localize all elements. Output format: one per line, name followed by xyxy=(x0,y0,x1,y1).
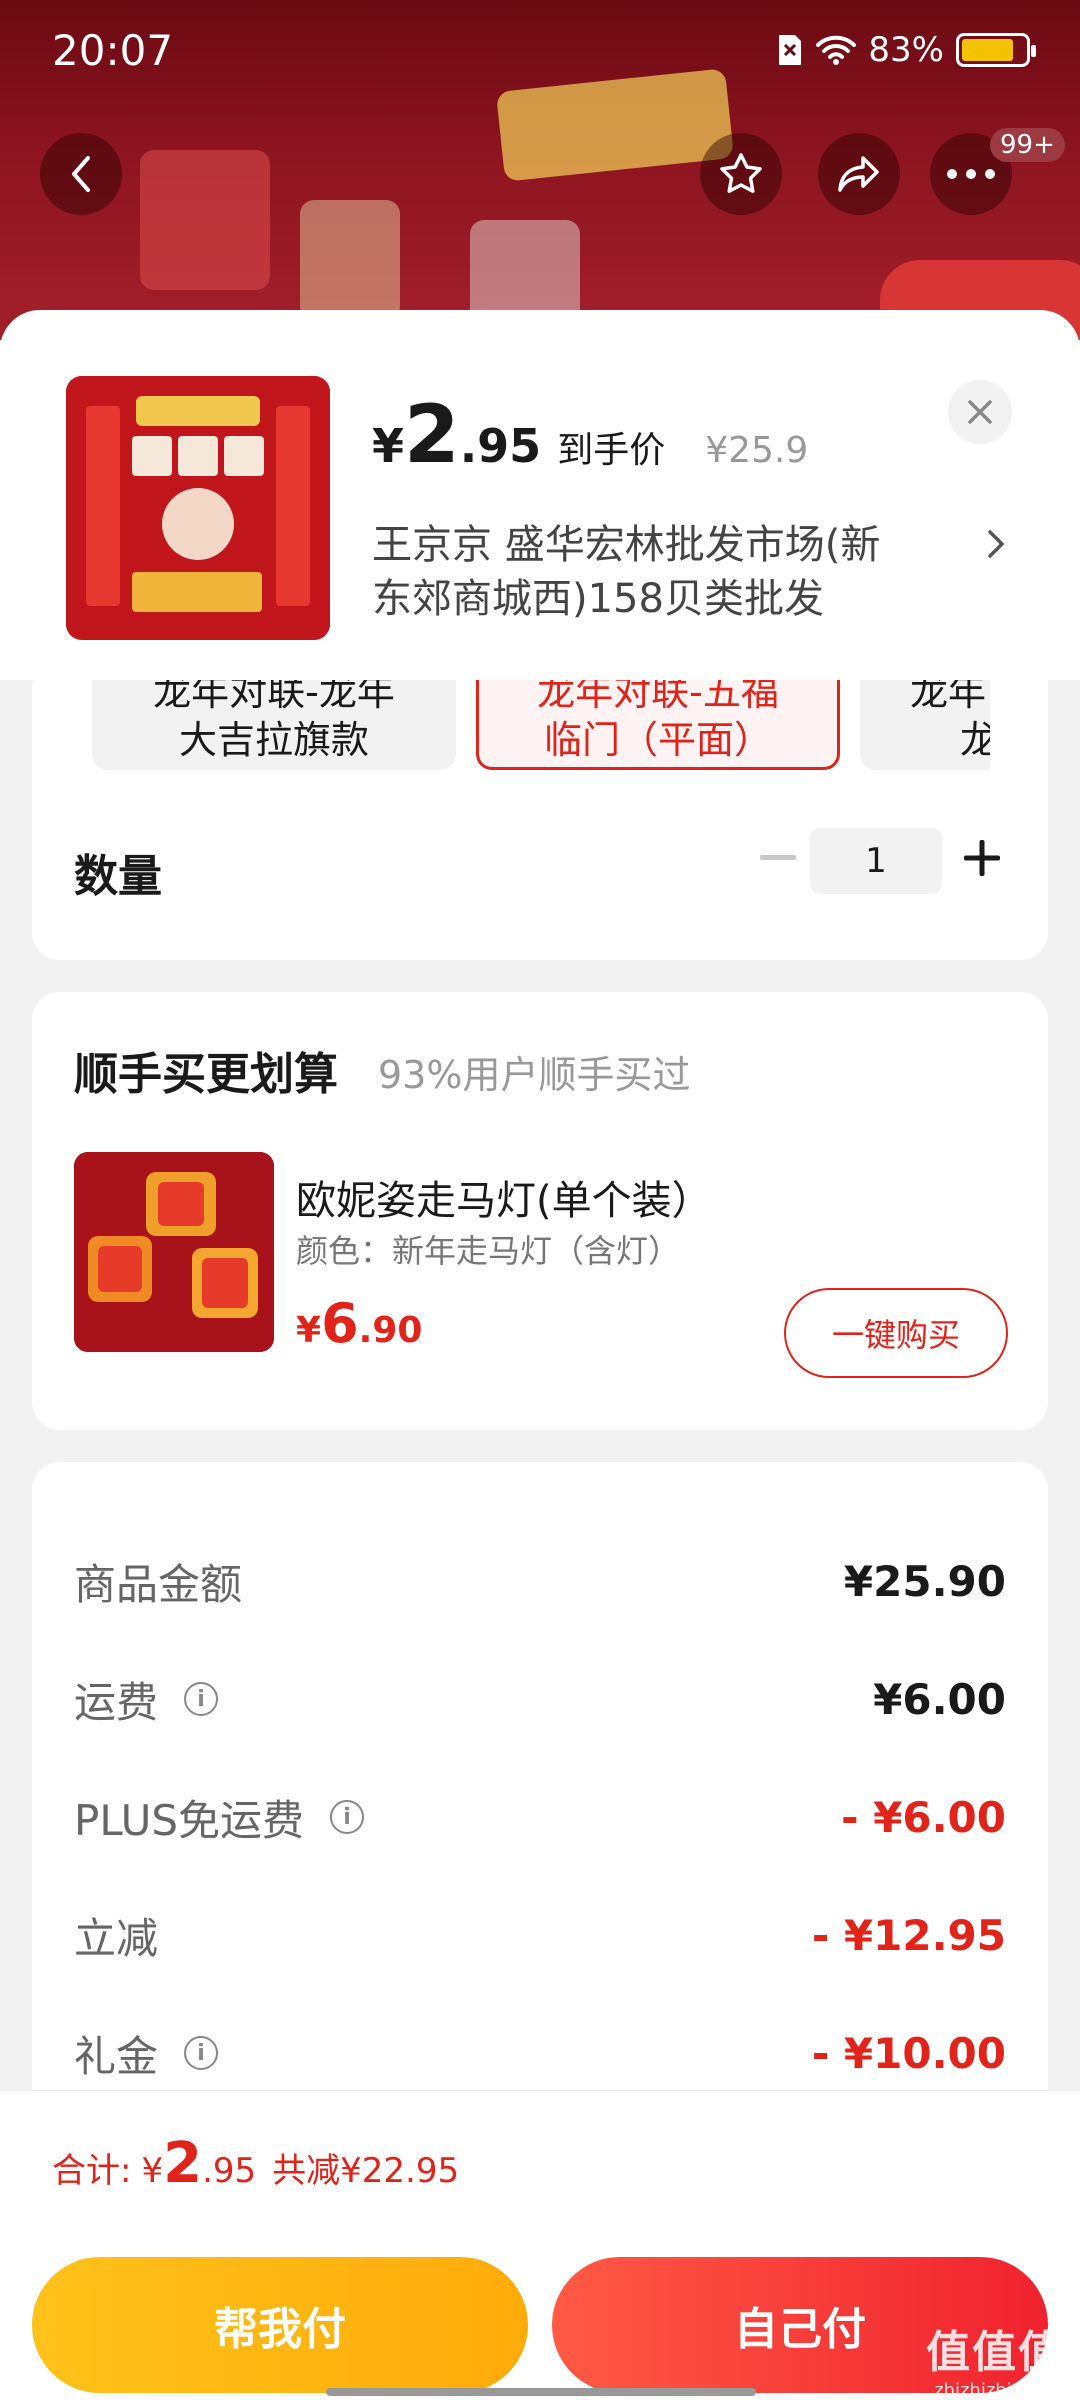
fee-value: - ¥6.00 xyxy=(841,1792,1006,1842)
decrease-button[interactable] xyxy=(748,828,808,888)
battery-percent: 83% xyxy=(868,30,944,70)
price-symbol: ¥ xyxy=(372,419,405,473)
price-label: 到手价 xyxy=(557,430,666,471)
lantern-image xyxy=(74,1152,274,1352)
favorite-button[interactable] xyxy=(700,133,782,215)
addon-title: 顺手买更划算 xyxy=(74,1049,338,1100)
addon-subtitle: 93%用户顺手买过 xyxy=(378,1053,691,1097)
fee-label: 运费 xyxy=(74,1677,159,1727)
share-icon xyxy=(838,156,879,192)
watermark-logo: 值值值 xyxy=(926,2327,1064,2378)
shop-line1: 王京京 盛华宏林批发市场(新 xyxy=(372,522,881,568)
fee-value: ¥6.00 xyxy=(873,1674,1006,1724)
addon-card: 顺手买更划算 93%用户顺手买过 欧妮姿走马灯(单个装） 颜色：新年走马灯（含灯… xyxy=(32,992,1048,1430)
price-integer: 2 xyxy=(404,388,460,481)
total-decimal: .95 xyxy=(202,2151,257,2191)
fee-value: - ¥12.95 xyxy=(811,1910,1006,1960)
quantity-label: 数量 xyxy=(74,851,162,902)
info-icon[interactable]: i xyxy=(184,2036,219,2070)
sim-icon xyxy=(779,35,802,65)
more-dots-icon xyxy=(947,169,995,179)
total-label: 合计: xyxy=(52,2151,132,2191)
chevron-right-icon xyxy=(988,530,1005,558)
addon-thumbnail[interactable] xyxy=(74,1152,274,1352)
product-image xyxy=(66,376,330,640)
fee-label: 礼金 xyxy=(74,2031,159,2081)
product-thumbnail[interactable] xyxy=(66,376,330,640)
fee-value: ¥25.90 xyxy=(843,1556,1006,1606)
share-button[interactable] xyxy=(818,133,900,215)
product-price: ¥ 2 .95 到手价 ¥25.9 xyxy=(372,388,808,481)
addon-price-symbol: ¥ xyxy=(296,1310,322,1351)
status-bar: 20:07 83% xyxy=(0,0,1080,100)
shop-info[interactable]: 王京京 盛华宏林批发市场(新 东郊商城西)158贝类批发 xyxy=(372,518,972,626)
spec-option-line2: 临门（平面） xyxy=(543,718,772,762)
fee-label: PLUS免运费 xyxy=(74,1795,305,1845)
battery-icon xyxy=(956,33,1036,67)
total-symbol: ¥ xyxy=(141,2151,164,2191)
chevron-left-icon xyxy=(72,156,90,192)
purchase-sheet: ¥ 2 .95 到手价 ¥25.9 王京京 盛华宏林批发市场(新 东郊商城西)1… xyxy=(0,310,1080,2400)
banner-decoration xyxy=(140,150,270,290)
status-time: 20:07 xyxy=(52,26,174,75)
original-price: ¥25.9 xyxy=(705,430,809,471)
status-right: 83% xyxy=(776,30,1036,70)
message-badge: 99+ xyxy=(990,128,1065,162)
addon-price: ¥ 6 .90 xyxy=(296,1292,422,1355)
price-decimal: .95 xyxy=(459,419,542,473)
close-button[interactable] xyxy=(948,380,1012,444)
quantity-input[interactable]: 1 xyxy=(810,828,942,894)
addon-name: 欧妮姿走马灯(单个装） xyxy=(296,1178,712,1224)
fee-row-instant-discount: 立减 - ¥12.95 xyxy=(74,1900,1006,1970)
addon-price-integer: 6 xyxy=(321,1292,359,1355)
order-total: 合计: ¥ 2 .95 共减¥22.95 xyxy=(52,2131,459,2196)
addon-attribute: 颜色：新年走马灯（含灯） xyxy=(296,1232,681,1270)
addon-price-decimal: .90 xyxy=(358,1310,423,1351)
total-integer: 2 xyxy=(163,2131,203,2196)
sheet-header: ¥ 2 .95 到手价 ¥25.9 王京京 盛华宏林批发市场(新 东郊商城西)1… xyxy=(0,310,1080,680)
fee-row-subtotal: 商品金额 ¥25.90 xyxy=(74,1546,1006,1616)
star-icon xyxy=(720,153,762,193)
increase-button[interactable] xyxy=(952,828,1012,888)
one-click-buy-button[interactable]: 一键购买 xyxy=(784,1288,1008,1378)
wifi-icon xyxy=(816,35,857,65)
watermark: 值值值 zhizhizhi.com xyxy=(926,2316,1064,2400)
checkout-bar: 合计: ¥ 2 .95 共减¥22.95 帮我付 自己付 xyxy=(0,2090,1080,2400)
fee-value: - ¥10.00 xyxy=(811,2028,1006,2078)
fee-label: 立减 xyxy=(74,1913,159,1963)
fee-breakdown-card: 商品金额 ¥25.90 运费 i ¥6.00 PLUS免运费 i - ¥6.00 立… xyxy=(32,1462,1048,2162)
info-icon[interactable]: i xyxy=(330,1800,365,1834)
back-button[interactable] xyxy=(40,133,122,215)
total-saved: 共减¥22.95 xyxy=(272,2151,460,2191)
fee-row-shipping: 运费 i ¥6.00 xyxy=(74,1664,1006,1734)
info-icon[interactable]: i xyxy=(184,1682,219,1716)
fee-label: 商品金额 xyxy=(74,1559,243,1609)
plus-icon xyxy=(964,840,1000,876)
watermark-url: zhizhizhi.com xyxy=(934,2380,1056,2400)
fee-row-gift-money: 礼金 i - ¥10.00 xyxy=(74,2018,1006,2088)
help-me-pay-button[interactable]: 帮我付 xyxy=(32,2257,528,2393)
fee-row-plus-free-shipping: PLUS免运费 i - ¥6.00 xyxy=(74,1782,1006,1852)
shop-line2: 东郊商城西)158贝类批发 xyxy=(372,576,824,622)
spec-card: 龙年对联-龙年 大吉拉旗款 龙年对联-五福 临门（平面） 龙年 龙 数量 1 xyxy=(32,660,1048,960)
spec-option-line2: 大吉拉旗款 xyxy=(178,718,369,762)
close-icon xyxy=(968,400,992,424)
home-indicator[interactable] xyxy=(326,2388,756,2396)
banner-decoration xyxy=(300,200,400,320)
minus-icon xyxy=(760,855,796,860)
